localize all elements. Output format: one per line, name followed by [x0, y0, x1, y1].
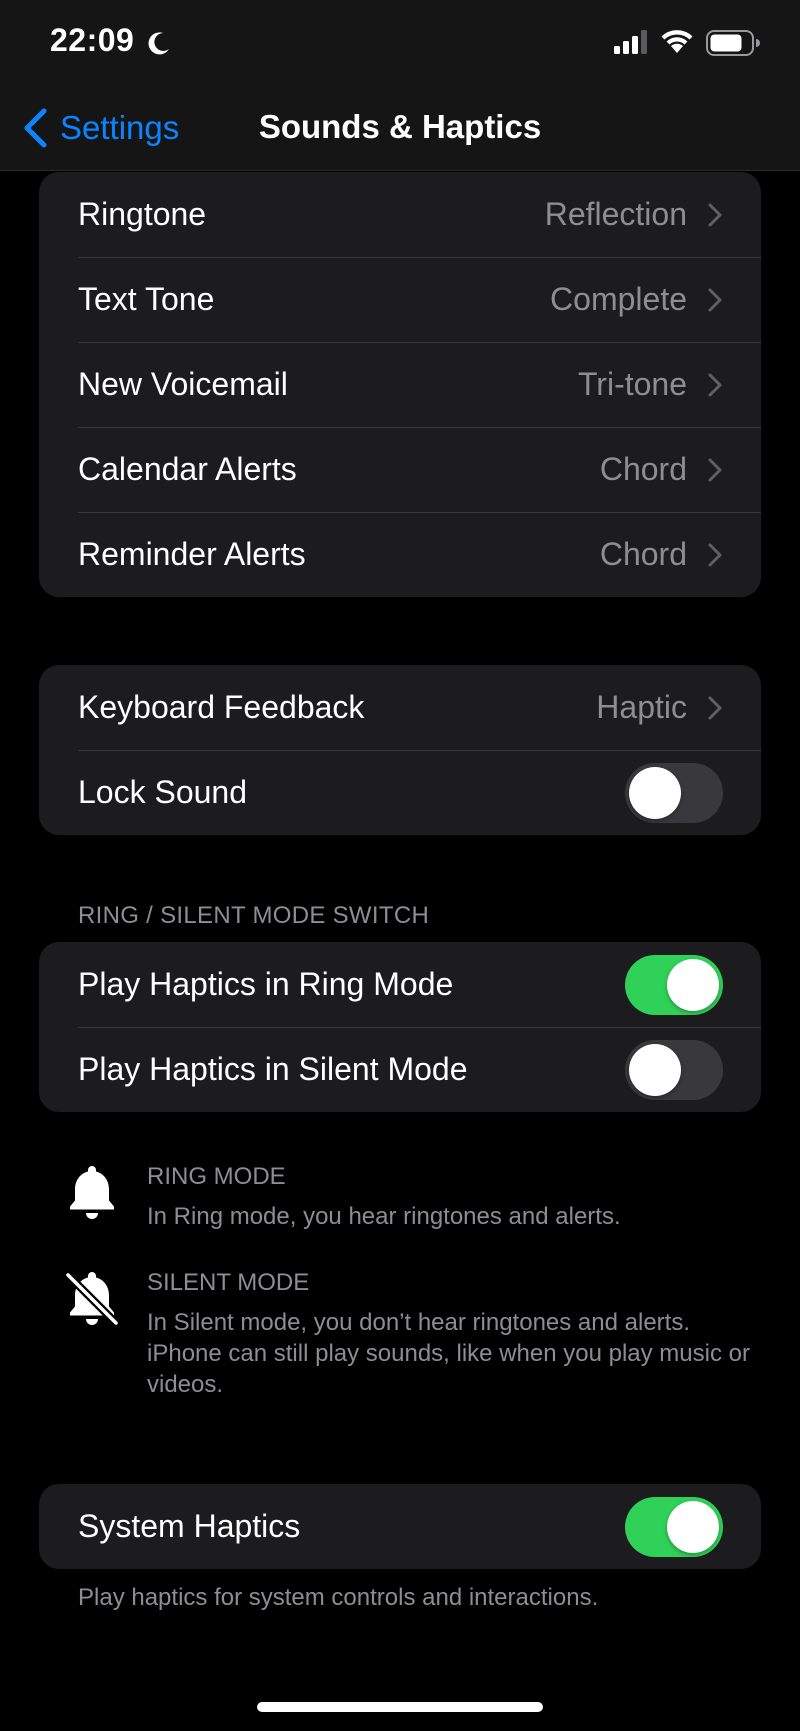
home-indicator[interactable]: [257, 1702, 543, 1712]
row-new-voicemail[interactable]: New Voicemail Tri-tone: [39, 342, 761, 427]
sounds-group: Ringtone Reflection Text Tone Complete N…: [39, 172, 761, 597]
row-value: Chord: [599, 536, 687, 572]
toggle-knob: [629, 766, 681, 819]
system-haptics-toggle[interactable]: [625, 1496, 723, 1557]
row-value: Reflection: [544, 196, 687, 232]
system-haptics-group: System Haptics: [39, 1484, 761, 1569]
silent-mode-haptics-toggle[interactable]: [625, 1039, 723, 1100]
moon-icon: [148, 32, 169, 55]
row-label: Reminder Alerts: [78, 536, 306, 572]
row-label: Play Haptics in Silent Mode: [78, 1051, 468, 1087]
row-value: Complete: [550, 281, 687, 317]
row-reminder-alerts[interactable]: Reminder Alerts Chord: [39, 512, 761, 597]
chevron-right-icon: [708, 288, 722, 311]
chevron-right-icon: [708, 696, 722, 719]
row-keyboard-feedback[interactable]: Keyboard Feedback Haptic: [39, 665, 761, 750]
battery-icon: [706, 30, 760, 56]
row-lock-sound: Lock Sound: [39, 750, 761, 835]
row-value: Haptic: [596, 689, 687, 725]
lock-sound-toggle[interactable]: [625, 762, 723, 823]
silent-mode-title: SILENT MODE: [147, 1269, 310, 1296]
row-value: Tri-tone: [577, 366, 687, 402]
ring-mode-info: RING MODE In Ring mode, you hear rington…: [62, 1163, 762, 1243]
chevron-right-icon: [708, 543, 722, 566]
row-label: Play Haptics in Ring Mode: [78, 966, 454, 1002]
row-label: System Haptics: [78, 1508, 301, 1544]
row-label: Ringtone: [78, 196, 207, 232]
ring-silent-group: Play Haptics in Ring Mode Play Haptics i…: [39, 942, 761, 1112]
row-play-haptics-silent-mode: Play Haptics in Silent Mode: [39, 1027, 761, 1112]
ring-mode-haptics-toggle[interactable]: [625, 954, 723, 1015]
toggle-knob: [667, 1500, 719, 1553]
navigation-bar: Settings Sounds & Haptics: [0, 88, 800, 171]
row-value: Chord: [599, 451, 687, 487]
chevron-right-icon: [708, 373, 722, 396]
row-system-haptics: System Haptics: [39, 1484, 761, 1569]
row-label: New Voicemail: [78, 366, 288, 402]
row-text-tone[interactable]: Text Tone Complete: [39, 257, 761, 342]
feedback-group: Keyboard Feedback Haptic Lock Sound: [39, 665, 761, 835]
page-title: Sounds & Haptics: [258, 108, 542, 145]
row-calendar-alerts[interactable]: Calendar Alerts Chord: [39, 427, 761, 512]
silent-mode-description: In Silent mode, you don’t hear ringtones…: [147, 1309, 750, 1398]
row-play-haptics-ring-mode: Play Haptics in Ring Mode: [39, 942, 761, 1027]
ring-silent-section-header: RING / SILENT MODE SWITCH: [78, 902, 430, 929]
toggle-knob: [667, 958, 719, 1011]
chevron-right-icon: [708, 458, 722, 481]
ring-mode-title: RING MODE: [147, 1163, 286, 1190]
wifi-icon: [661, 30, 693, 53]
row-label: Text Tone: [78, 281, 215, 317]
row-ringtone[interactable]: Ringtone Reflection: [39, 172, 761, 257]
cellular-signal-icon: [614, 30, 647, 54]
bell-icon: [70, 1166, 114, 1219]
row-label: Calendar Alerts: [78, 451, 297, 487]
bell-slash-icon: [64, 1271, 120, 1327]
status-time: 22:09: [50, 22, 135, 58]
row-label: Lock Sound: [78, 774, 248, 810]
toggle-knob: [629, 1043, 681, 1096]
chevron-right-icon: [708, 203, 722, 226]
system-haptics-footer: Play haptics for system controls and int…: [78, 1584, 599, 1611]
status-bar: 22:09: [0, 0, 800, 88]
row-label: Keyboard Feedback: [78, 689, 365, 725]
silent-mode-info: SILENT MODE In Silent mode, you don’t he…: [62, 1269, 762, 1404]
ring-mode-description: In Ring mode, you hear ringtones and ale…: [147, 1203, 621, 1230]
